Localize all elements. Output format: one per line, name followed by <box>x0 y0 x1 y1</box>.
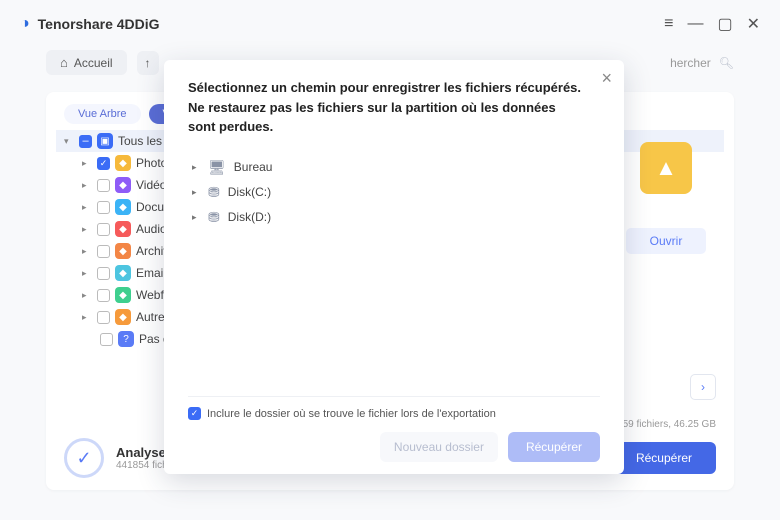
checkbox-doc[interactable] <box>97 201 110 214</box>
location-row[interactable]: ▸ ⛃ Disk(D:) <box>188 205 600 230</box>
audio-icon: ◆ <box>115 221 131 237</box>
tree-item-label: Photo <box>136 156 167 170</box>
maximize-icon[interactable]: ▢ <box>717 14 732 34</box>
checkbox-root[interactable]: – <box>79 135 92 148</box>
disk-icon: ⛃ <box>208 184 220 201</box>
web-icon: ◆ <box>115 287 131 303</box>
expand-icon[interactable]: ▸ <box>82 180 92 191</box>
tree-item-label: Audio <box>136 222 167 236</box>
tree-item-label: Vidéo <box>136 178 166 192</box>
tab-home[interactable]: ⌂ Accueil <box>46 50 127 75</box>
modal-recover-button[interactable]: Récupérer <box>508 432 600 462</box>
tab-up[interactable]: ↑ <box>137 51 159 75</box>
open-button[interactable]: Ouvrir <box>626 228 707 254</box>
app-brand: ◑ Tenorshare 4DDiG <box>20 15 160 33</box>
view-tab-tree[interactable]: Vue Arbre <box>64 104 141 124</box>
video-icon: ◆ <box>115 177 131 193</box>
email-icon: ◆ <box>115 265 131 281</box>
save-path-modal: × Sélectionnez un chemin pour enregistre… <box>164 60 624 474</box>
checkbox-noext[interactable] <box>100 333 113 346</box>
new-folder-button[interactable]: Nouveau dossier <box>380 432 498 462</box>
disk-icon: ⛃ <box>208 209 220 226</box>
recover-button[interactable]: Récupérer <box>612 442 716 474</box>
checkbox-video[interactable] <box>97 179 110 192</box>
minimize-icon[interactable]: — <box>687 15 703 33</box>
checkbox-arch[interactable] <box>97 245 110 258</box>
tree-item-label: Email <box>136 266 166 280</box>
checkbox-other[interactable] <box>97 311 110 324</box>
checkbox-email[interactable] <box>97 267 110 280</box>
up-arrow-icon: ↑ <box>145 56 151 70</box>
menu-icon[interactable]: ≡ <box>664 15 673 33</box>
include-folder-label: Inclure le dossier où se trouve le fichi… <box>207 408 496 420</box>
expand-icon[interactable]: ▸ <box>192 212 200 223</box>
location-row[interactable]: ▸ ⛃ Disk(C:) <box>188 180 600 205</box>
doc-icon: ◆ <box>115 199 131 215</box>
modal-title: Sélectionnez un chemin pour enregistrer … <box>188 78 600 137</box>
scan-complete-icon: ✓ <box>64 438 104 478</box>
modal-close-icon[interactable]: × <box>601 68 612 89</box>
image-icon: ▲ <box>655 155 677 181</box>
expand-icon[interactable]: ▸ <box>192 162 200 173</box>
expand-icon[interactable]: ▸ <box>82 290 92 301</box>
home-icon: ⌂ <box>60 55 68 70</box>
preview-thumbnail: ▲ <box>640 142 692 194</box>
collapse-icon[interactable]: ▾ <box>64 136 74 147</box>
tab-home-label: Accueil <box>74 56 113 70</box>
photo-icon: ◆ <box>115 155 131 171</box>
expand-icon[interactable]: ▸ <box>82 246 92 257</box>
checkbox-audio[interactable] <box>97 223 110 236</box>
app-logo-icon: ◑ <box>20 15 30 33</box>
location-label: Bureau <box>234 160 273 174</box>
chevron-right-icon: › <box>701 380 705 394</box>
checkbox-web[interactable] <box>97 289 110 302</box>
location-label: Disk(C:) <box>228 185 271 199</box>
expand-icon[interactable]: ▸ <box>82 158 92 169</box>
search-placeholder: hercher <box>670 56 711 70</box>
expand-icon[interactable]: ▸ <box>82 268 92 279</box>
checkbox-photo[interactable]: ✓ <box>97 157 110 170</box>
location-row[interactable]: ▸ 🖥 Bureau <box>188 155 600 180</box>
unknown-ext-icon: ? <box>118 331 134 347</box>
app-title: Tenorshare 4DDiG <box>38 16 160 32</box>
other-icon: ◆ <box>115 309 131 325</box>
expand-icon[interactable]: ▸ <box>192 187 200 198</box>
close-window-icon[interactable]: ✕ <box>747 14 760 34</box>
expand-icon[interactable]: ▸ <box>82 312 92 323</box>
arch-icon: ◆ <box>115 243 131 259</box>
search-icon[interactable]: 🔍︎ <box>719 56 734 70</box>
expand-icon[interactable]: ▸ <box>82 202 92 213</box>
desktop-icon: 🖥 <box>208 159 226 176</box>
location-label: Disk(D:) <box>228 210 271 224</box>
folder-all-icon: ▣ <box>97 133 113 149</box>
include-folder-checkbox[interactable]: ✓ <box>188 407 201 420</box>
page-next-button[interactable]: › <box>690 374 716 400</box>
expand-icon[interactable]: ▸ <box>82 224 92 235</box>
